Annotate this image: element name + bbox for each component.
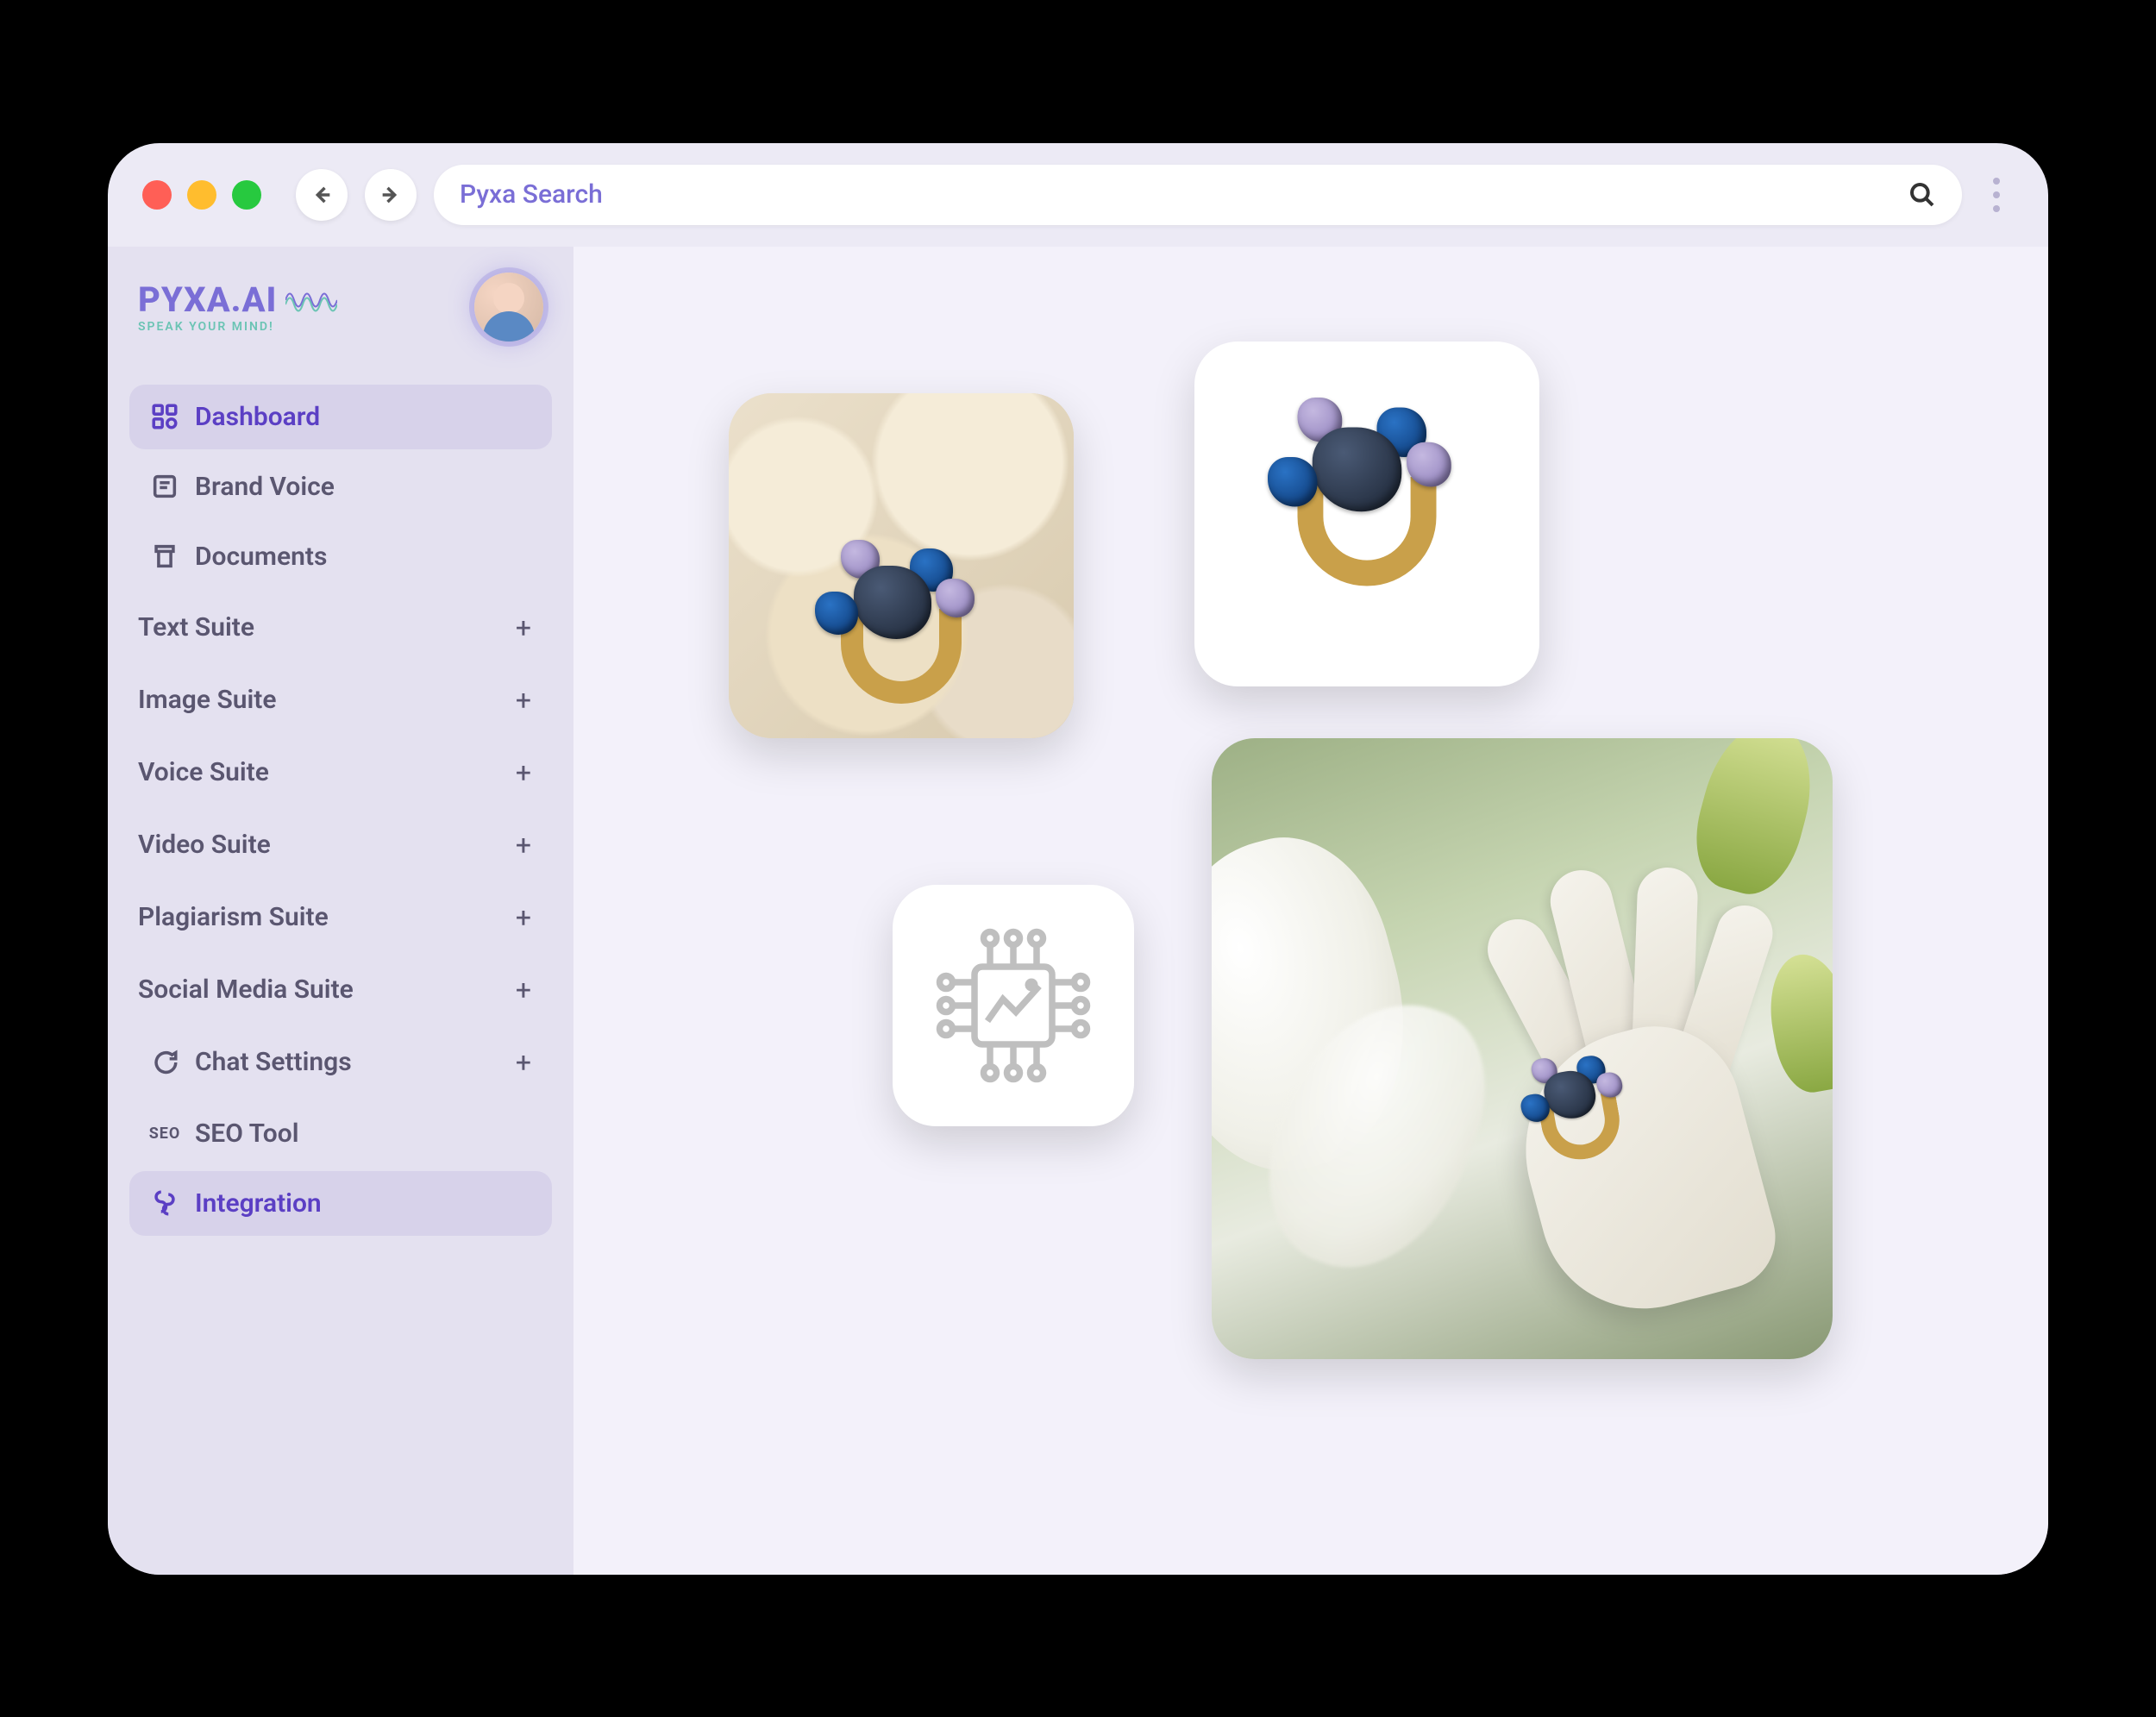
sidebar-item-integration[interactable]: Integration <box>129 1171 552 1236</box>
content-area <box>573 247 2048 1575</box>
sidebar-item-text-suite[interactable]: Text Suite + <box>129 594 552 661</box>
logo[interactable]: PYXA.AI SPEAK YOUR MIND! <box>138 279 337 334</box>
chat-icon <box>150 1048 179 1077</box>
sidebar-item-label: Integration <box>195 1188 322 1219</box>
browser-toolbar: Pyxa Search <box>108 143 2048 247</box>
sidebar-item-seo-tool[interactable]: SEO SEO Tool <box>129 1101 552 1166</box>
sidebar-item-plagiarism-suite[interactable]: Plagiarism Suite + <box>129 884 552 951</box>
sidebar-item-label: Chat Settings <box>195 1047 352 1077</box>
forward-button[interactable] <box>365 169 417 221</box>
close-window-icon[interactable] <box>142 180 172 210</box>
integration-icon <box>150 1188 179 1218</box>
kebab-menu-button[interactable] <box>1979 178 2014 212</box>
sidebar-item-social-media-suite[interactable]: Social Media Suite + <box>129 956 552 1024</box>
expand-icon: + <box>516 974 531 1006</box>
expand-icon: + <box>516 901 531 934</box>
dashboard-icon <box>150 402 179 431</box>
ai-processor-card[interactable] <box>893 885 1134 1126</box>
sidebar-item-label: Social Media Suite <box>138 974 354 1005</box>
back-button[interactable] <box>296 169 348 221</box>
ring-illustration <box>1258 398 1476 596</box>
brand-voice-icon <box>150 472 179 501</box>
search-placeholder: Pyxa Search <box>460 179 1908 210</box>
sidebar-item-label: Dashboard <box>195 402 320 432</box>
minimize-window-icon[interactable] <box>187 180 216 210</box>
sidebar-item-dashboard[interactable]: Dashboard <box>129 385 552 449</box>
ai-chip-icon <box>936 928 1091 1083</box>
sidebar-item-label: Plagiarism Suite <box>138 902 329 932</box>
hand-illustration <box>1427 876 1755 1307</box>
search-icon <box>1908 181 1936 209</box>
sidebar: PYXA.AI SPEAK YOUR MIND! Dashboard <box>108 247 573 1575</box>
sidebar-item-label: Text Suite <box>138 612 254 642</box>
sidebar-item-label: Video Suite <box>138 830 271 860</box>
seo-icon: SEO <box>150 1119 179 1148</box>
sidebar-nav: Dashboard Brand Voice Documents Text Sui… <box>129 385 552 1236</box>
logo-wave-icon <box>285 283 337 317</box>
sidebar-item-voice-suite[interactable]: Voice Suite + <box>129 739 552 806</box>
avatar[interactable] <box>474 273 543 342</box>
sidebar-item-label: SEO Tool <box>195 1119 299 1149</box>
expand-icon: + <box>516 611 531 644</box>
sidebar-item-chat-settings[interactable]: Chat Settings + <box>129 1029 552 1096</box>
arrow-right-icon <box>379 183 403 207</box>
image-card-original[interactable] <box>729 393 1074 738</box>
image-card-generated[interactable] <box>1212 738 1833 1359</box>
sidebar-item-label: Brand Voice <box>195 472 335 502</box>
sidebar-item-image-suite[interactable]: Image Suite + <box>129 667 552 734</box>
documents-icon <box>150 542 179 571</box>
browser-window: Pyxa Search PYXA.AI SPEAK YOUR MIND! <box>108 143 2048 1575</box>
arrow-left-icon <box>310 183 334 207</box>
expand-icon: + <box>516 829 531 862</box>
expand-icon: + <box>516 1046 531 1079</box>
logo-name: PYXA.AI <box>138 279 277 320</box>
window-controls <box>142 180 261 210</box>
maximize-window-icon[interactable] <box>232 180 261 210</box>
sidebar-item-label: Voice Suite <box>138 757 269 787</box>
search-input[interactable]: Pyxa Search <box>434 165 1962 225</box>
sidebar-item-label: Documents <box>195 542 327 572</box>
ring-illustration <box>806 540 996 712</box>
sidebar-item-label: Image Suite <box>138 685 277 715</box>
logo-tagline: SPEAK YOUR MIND! <box>138 320 337 334</box>
app-body: PYXA.AI SPEAK YOUR MIND! Dashboard <box>108 247 2048 1575</box>
sidebar-item-video-suite[interactable]: Video Suite + <box>129 812 552 879</box>
sidebar-header: PYXA.AI SPEAK YOUR MIND! <box>129 273 552 342</box>
expand-icon: + <box>516 756 531 789</box>
image-card-cutout[interactable] <box>1194 342 1539 686</box>
expand-icon: + <box>516 684 531 717</box>
sidebar-item-brand-voice[interactable]: Brand Voice <box>129 454 552 519</box>
sidebar-item-documents[interactable]: Documents <box>129 524 552 589</box>
